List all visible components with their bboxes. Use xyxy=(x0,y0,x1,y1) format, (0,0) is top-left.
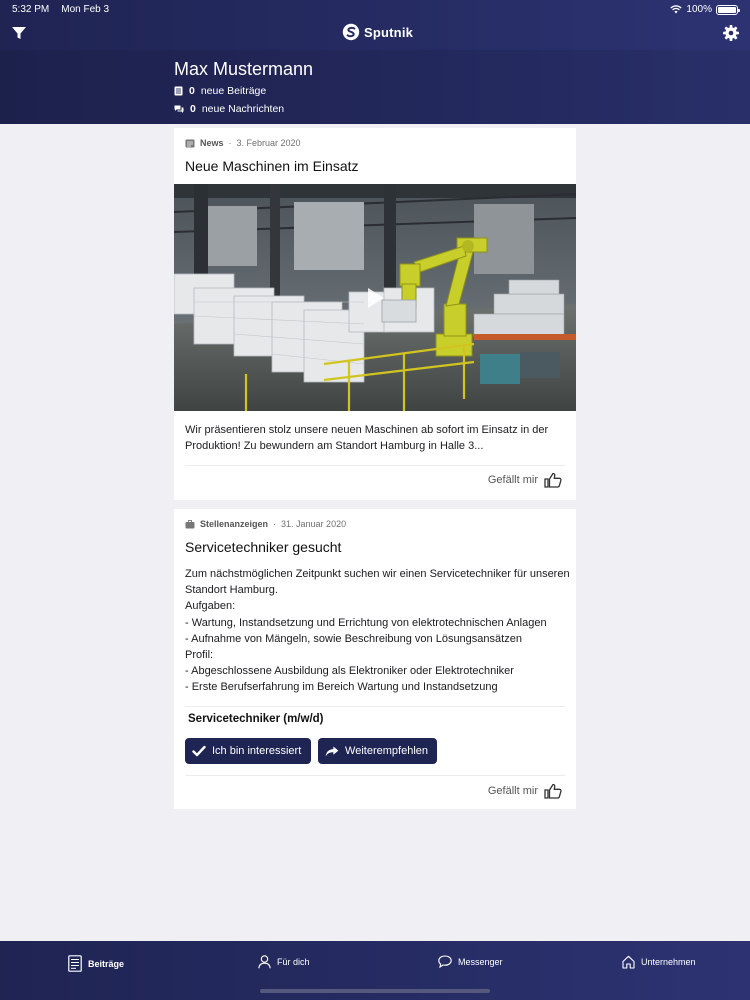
tab-label: Unternehmen xyxy=(641,957,696,967)
tab-label: Für dich xyxy=(277,957,310,967)
like-button[interactable]: Gefällt mir xyxy=(488,472,562,488)
post-body: Wir präsentieren stolz unsere neuen Masc… xyxy=(185,424,549,453)
new-messages-count: 0 xyxy=(190,103,196,115)
tab-label: Messenger xyxy=(458,956,503,967)
post-category: News xyxy=(200,138,224,148)
tab-unternehmen[interactable]: Unternehmen xyxy=(622,955,696,969)
chat-bubble-icon xyxy=(438,955,452,968)
meta-separator: · xyxy=(273,519,277,529)
user-name: Max Mustermann xyxy=(174,59,314,79)
like-label: Gefällt mir xyxy=(487,785,538,797)
recommend-label: Weiterempfehlen xyxy=(345,745,428,757)
bottom-tab-bar: Beiträge Für dich Messenger Unternehmen xyxy=(0,941,750,1000)
post-body: Zum nächstmöglichen Zeitpunkt suchen wir… xyxy=(185,568,570,694)
post-image-factory[interactable] xyxy=(174,184,576,411)
new-messages-label: neue Nachrichten xyxy=(201,103,285,115)
document-icon xyxy=(68,955,82,972)
sputnik-logo-icon xyxy=(342,23,360,41)
new-posts-count: 0 xyxy=(189,85,195,97)
card-divider xyxy=(185,465,565,466)
thumbs-up-icon xyxy=(544,472,562,488)
like-label: Gefällt mir xyxy=(487,474,538,486)
home-icon xyxy=(622,955,635,969)
gear-icon[interactable] xyxy=(722,24,740,42)
tab-label: Beiträge xyxy=(88,958,125,969)
post-meta: Stellenanzeigen · 31. Januar 2020 xyxy=(185,519,346,529)
person-icon xyxy=(258,955,271,969)
newspaper-icon xyxy=(185,139,195,147)
new-posts-label: neue Beiträge xyxy=(200,85,267,97)
nav-bar: Sputnik xyxy=(0,20,750,50)
checkmark-icon xyxy=(192,745,206,757)
post-card-news[interactable]: News · 3. Februar 2020 Neue Maschinen im… xyxy=(174,128,576,500)
battery-icon xyxy=(716,4,740,15)
post-title[interactable]: Servicetechniker gesucht xyxy=(185,539,341,555)
job-position-title: Servicetechniker (m/w/d) xyxy=(188,713,324,725)
app-header: 5:32 PM Mon Feb 3 100% Sputnik Max Muste… xyxy=(0,0,750,124)
thumbs-up-icon xyxy=(544,783,562,799)
post-card-job[interactable]: Stellenanzeigen · 31. Januar 2020 Servic… xyxy=(174,509,576,809)
tab-fuer-dich[interactable]: Für dich xyxy=(258,955,310,969)
card-divider xyxy=(185,706,565,707)
interested-button[interactable]: Ich bin interessiert xyxy=(185,738,311,764)
like-button[interactable]: Gefällt mir xyxy=(488,783,562,799)
post-date: 31. Januar 2020 xyxy=(281,519,347,529)
new-messages-stat: 0 neue Nachrichten xyxy=(174,103,284,115)
share-arrow-icon xyxy=(325,745,339,756)
status-date: Mon Feb 3 xyxy=(61,4,110,15)
battery-percentage: 100% xyxy=(686,4,712,15)
recommend-button[interactable]: Weiterempfehlen xyxy=(318,738,437,764)
card-divider xyxy=(185,775,565,776)
wifi-icon xyxy=(670,5,683,14)
brand-name: Sputnik xyxy=(364,24,414,40)
post-meta: News · 3. Februar 2020 xyxy=(185,138,301,148)
brand-logo: Sputnik xyxy=(342,23,413,41)
post-date: 3. Februar 2020 xyxy=(236,138,301,148)
tab-messenger[interactable]: Messenger xyxy=(438,955,503,968)
meta-separator: · xyxy=(228,138,232,148)
home-indicator xyxy=(260,989,490,993)
interested-label: Ich bin interessiert xyxy=(212,745,302,757)
chat-bubbles-icon xyxy=(174,105,184,113)
filter-icon[interactable] xyxy=(10,24,28,42)
post-category: Stellenanzeigen xyxy=(200,519,269,529)
post-title[interactable]: Neue Maschinen im Einsatz xyxy=(185,158,359,174)
document-icon xyxy=(174,86,183,96)
tab-beitraege[interactable]: Beiträge xyxy=(68,955,124,972)
briefcase-icon xyxy=(185,519,195,528)
new-posts-stat: 0 neue Beiträge xyxy=(174,85,266,97)
profile-summary: Max Mustermann 0 neue Beiträge 0 neue Na… xyxy=(0,50,750,124)
status-time: 5:32 PM xyxy=(12,4,50,15)
status-bar: 5:32 PM Mon Feb 3 100% xyxy=(0,0,750,20)
